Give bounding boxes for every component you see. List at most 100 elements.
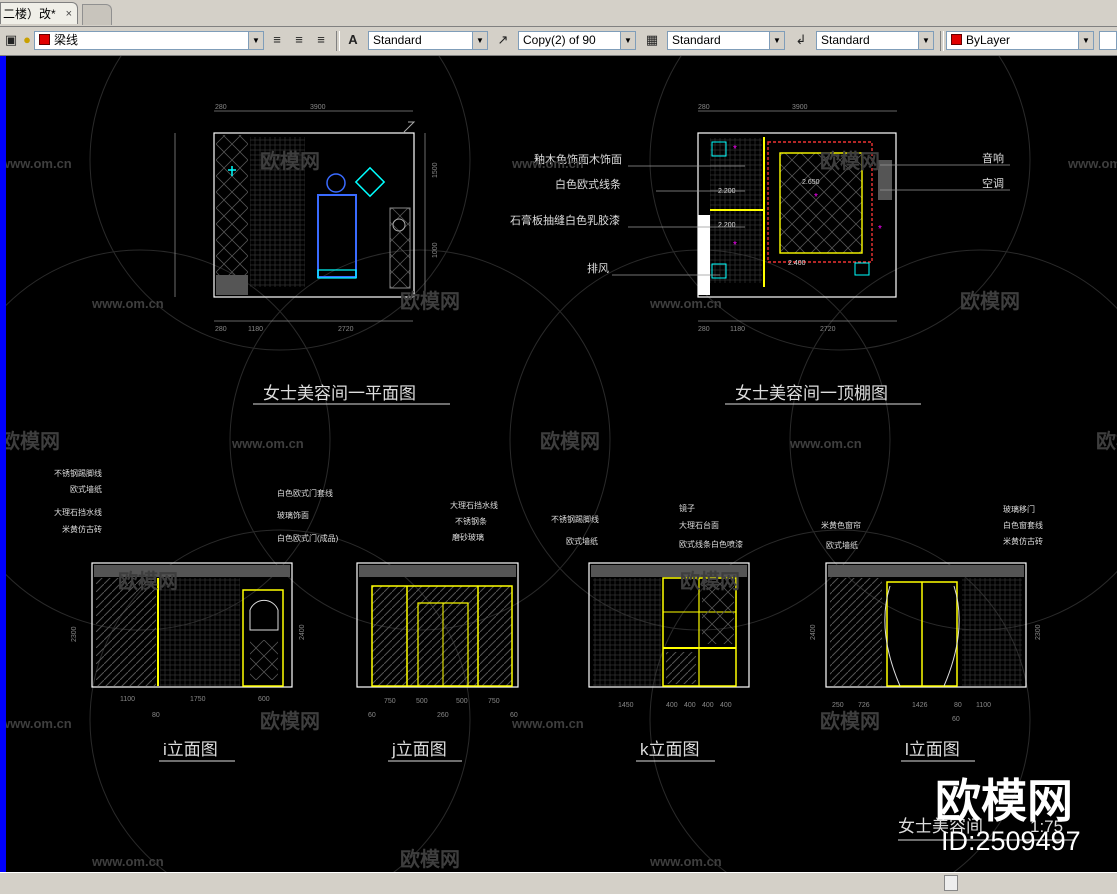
make-current-layer-icon[interactable]: ≡ (268, 31, 286, 49)
ceiling-label-3: 排风 (587, 261, 609, 275)
plan-dim-right-0: 1500 (432, 162, 439, 178)
watermark-site: www.om.cn (649, 854, 722, 869)
ceiling-dim-bottom-0: 280 (698, 326, 710, 333)
watermark-site: www.om.cn (649, 296, 722, 311)
ceiling-label-1: 白色欧式线条 (555, 177, 621, 191)
chevron-down-icon[interactable]: ▼ (248, 32, 263, 49)
elevation-i-dim-3: 80 (152, 712, 160, 719)
watermark-brand: 欧模网 (680, 569, 740, 593)
layer-previous-icon[interactable]: ≡ (290, 31, 308, 49)
elevation-j (356, 562, 519, 688)
elevation-i-note-4: 白色欧式门套线 (277, 488, 333, 498)
elevation-j-title: j立面图 (391, 740, 447, 759)
floor-plan (174, 110, 426, 322)
plan-dim-top-1: 3900 (310, 104, 326, 111)
elevation-i-notes: 不锈钢踢脚线 欧式墙纸 大理石挡水线 米黄仿古砖 白色欧式门套线 玻璃饰面 白色… (54, 468, 339, 543)
toolbar-separator (940, 31, 944, 51)
chevron-down-icon[interactable]: ▼ (1078, 32, 1093, 49)
dimension-style-icon[interactable]: ↗ (494, 31, 512, 49)
elevation-k-notes: 不锈钢踢脚线 欧式墙纸 镜子 大理石台面 欧式线条白色喷漆 (551, 503, 743, 549)
elevation-i-note-3: 米黄仿古砖 (62, 524, 102, 534)
elevation-k-dim-3: 400 (702, 702, 714, 709)
elevation-k-dim-4: 400 (720, 702, 732, 709)
chevron-down-icon[interactable]: ▼ (769, 32, 784, 49)
elevation-j-dim-3: 750 (488, 698, 500, 705)
elevation-l-note-3: 白色窗套线 (1003, 520, 1043, 530)
plan-title: 女士美容间一平面图 (263, 384, 416, 403)
ceiling-title: 女士美容间一顶棚图 (735, 384, 888, 403)
elevation-i-dim-2: 600 (258, 696, 270, 703)
ceiling-label-2: 石膏板抽缝白色乳胶漆 (510, 213, 620, 227)
multileader-style-value: Standard (821, 33, 870, 47)
svg-text:*: * (878, 224, 882, 235)
linetype-dropdown[interactable] (1099, 31, 1117, 50)
color-swatch (951, 34, 962, 45)
drawing-canvas[interactable]: 280 3900 280 1180 2720 1500 1000 女士美容间一平… (0, 0, 1117, 894)
elevation-i-dim-1: 1750 (190, 696, 206, 703)
chevron-down-icon[interactable]: ▼ (620, 32, 635, 49)
close-tab-icon[interactable]: × (66, 3, 72, 25)
model-id: ID:2509497 (941, 826, 1081, 856)
chevron-down-icon[interactable]: ▼ (472, 32, 487, 49)
watermark-brand: 欧模网 (260, 149, 320, 173)
elevation-k-note-0: 不锈钢踢脚线 (551, 514, 599, 524)
elevation-l-note-4: 米黄仿古砖 (1003, 536, 1043, 546)
table-style-dropdown[interactable]: Standard ▼ (667, 31, 785, 50)
table-style-icon[interactable]: ▦ (643, 31, 661, 49)
brand-logo: 欧模网 (935, 775, 1073, 827)
elevation-k-note-2: 镜子 (679, 503, 695, 513)
elevation-k-note-1: 欧式墙纸 (566, 536, 598, 546)
elevation-j-note-0: 大理石挡水线 (450, 500, 498, 510)
text-style-dropdown[interactable]: Standard ▼ (368, 31, 488, 50)
layer-color-swatch (39, 34, 50, 45)
horizontal-scrollbar-thumb[interactable] (944, 875, 958, 891)
watermark-brand: 欧模网 (820, 709, 880, 733)
elevation-k-title: k立面图 (640, 740, 700, 759)
multileader-style-dropdown[interactable]: Standard ▼ (816, 31, 934, 50)
document-tab-title: 二楼）改* (3, 7, 56, 21)
svg-text:*: * (733, 144, 737, 155)
layer-match-icon[interactable]: ≡ (312, 31, 330, 49)
color-dropdown[interactable]: ByLayer ▼ (946, 31, 1094, 50)
elevation-i-note-5: 玻璃饰面 (277, 510, 309, 520)
layer-dropdown[interactable]: 梁线 ▼ (34, 31, 264, 50)
elevation-l-dim-2: 1426 (912, 702, 928, 709)
ceiling-level-0: 2.200 (718, 188, 736, 195)
elevation-j-dims: 750 500 500 750 260 60 60 (368, 698, 518, 719)
watermark-site: www.om.cn (91, 854, 164, 869)
toolbar-separator (336, 31, 340, 51)
document-tab[interactable]: 二楼）改* × (0, 2, 78, 24)
multileader-style-icon[interactable]: ↲ (792, 31, 810, 49)
watermark-site: www.om.cn (511, 156, 584, 171)
dimension-style-dropdown[interactable]: Copy(2) of 90 ▼ (518, 31, 636, 50)
elevation-i-title: i立面图 (163, 740, 218, 759)
new-tab-icon[interactable] (82, 4, 112, 25)
text-style-icon[interactable]: A (344, 31, 362, 49)
ceiling-label-right-0: 音响 (982, 151, 1004, 165)
elevation-i-dim-5: 2300 (71, 626, 78, 642)
ceiling-level-3: 2.400 (788, 260, 806, 267)
watermark-brand: 欧模网 (260, 709, 320, 733)
watermark-brand: 欧模网 (540, 429, 600, 453)
watermark-site: www.om.cn (1067, 156, 1117, 171)
viewport-left-border (0, 56, 6, 872)
elevation-k-dims: 1450 400 400 400 400 (618, 702, 732, 709)
watermark-site: www.om.cn (511, 716, 584, 731)
table-style-value: Standard (672, 33, 721, 47)
watermark-brand: 欧模网 (400, 289, 460, 313)
chevron-down-icon[interactable]: ▼ (918, 32, 933, 49)
elevation-j-dim-2: 500 (456, 698, 468, 705)
plan-dim-right-1: 1000 (432, 242, 439, 258)
elevation-l-dim-3: 80 (954, 702, 962, 709)
elevation-l-dim-4: 1100 (976, 702, 991, 709)
watermark-site: www.om.cn (789, 436, 862, 451)
plan-dim-bottom-2: 2720 (338, 326, 354, 333)
watermark-site: www.om.cn (0, 156, 72, 171)
elevation-l-dim-1: 726 (858, 702, 870, 709)
elevation-j-note-1: 不锈钢条 (455, 516, 487, 526)
elevation-l-dim-6: 2400 (810, 624, 817, 640)
elevation-i-note-0: 不锈钢踢脚线 (54, 468, 102, 478)
ceiling-dim-bottom-2: 2720 (820, 326, 836, 333)
elevation-l-title: l立面图 (905, 740, 960, 759)
elevation-k-dim-2: 400 (684, 702, 696, 709)
